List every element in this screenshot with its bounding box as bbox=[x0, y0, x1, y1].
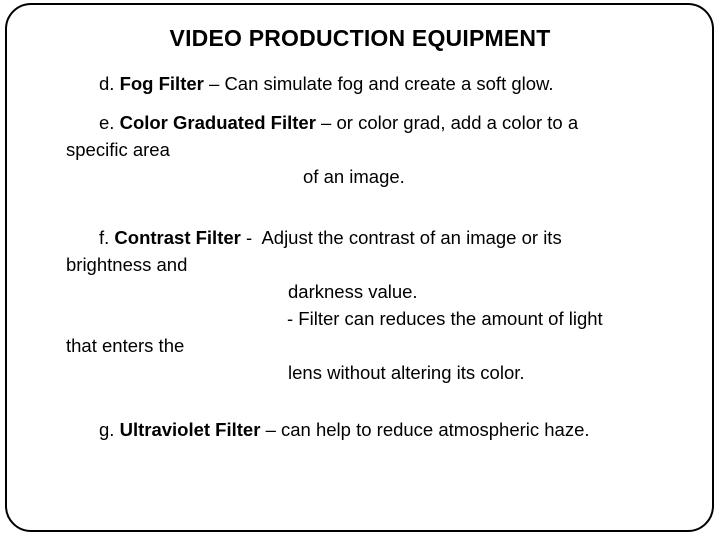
list-item-f-line3: darkness value. bbox=[66, 278, 694, 305]
list-item-f-dash: - bbox=[246, 227, 253, 248]
list-item-e-definition-line1: or color grad, add a color to a bbox=[336, 112, 579, 133]
list-item-f-definition-line5: that enters the bbox=[66, 335, 185, 356]
list-item-f-definition-line1: Adjust the contrast of an image or its bbox=[261, 227, 562, 248]
list-item-d-term: Fog Filter bbox=[119, 73, 204, 94]
list-item-f: f. Contrast Filter - Adjust the contrast… bbox=[66, 224, 694, 251]
list-item-g-letter: g. bbox=[99, 419, 115, 440]
list-item-g-definition: can help to reduce atmospheric haze. bbox=[281, 419, 590, 440]
list-item-e-term: Color Graduated Filter bbox=[119, 112, 316, 133]
spacer-after-e bbox=[66, 190, 694, 224]
list-item-g: g. Ultraviolet Filter – can help to redu… bbox=[66, 416, 694, 443]
list-item-d-letter: d. bbox=[99, 73, 115, 94]
list-item-f-definition-line6: lens without altering its color. bbox=[288, 362, 525, 383]
list-item-f-line4: - Filter can reduces the amount of light bbox=[66, 305, 694, 332]
list-item-f-term: Contrast Filter bbox=[114, 227, 241, 248]
spacer-after-f bbox=[66, 386, 694, 416]
list-item-g-term: Ultraviolet Filter bbox=[119, 419, 261, 440]
list-item-f-line6: lens without altering its color. bbox=[66, 359, 694, 386]
list-item-d-dash: – bbox=[209, 73, 220, 94]
slide-body: d. Fog Filter – Can simulate fog and cre… bbox=[66, 70, 694, 443]
list-item-d-definition: Can simulate fog and create a soft glow. bbox=[224, 73, 554, 94]
slide: VIDEO PRODUCTION EQUIPMENT d. Fog Filter… bbox=[0, 0, 720, 540]
spacer-after-d bbox=[66, 97, 694, 109]
list-item-e-dash: – bbox=[321, 112, 332, 133]
list-item-e-line3: of an image. bbox=[66, 163, 694, 190]
list-item-g-dash: – bbox=[265, 419, 276, 440]
list-item-e: e. Color Graduated Filter – or color gra… bbox=[66, 109, 694, 136]
list-item-f-definition-line4: - Filter can reduces the amount of light bbox=[287, 308, 603, 329]
page-title: VIDEO PRODUCTION EQUIPMENT bbox=[169, 25, 551, 51]
list-item-e-definition-line2: specific area bbox=[66, 139, 170, 160]
list-item-e-definition-line3: of an image. bbox=[303, 166, 405, 187]
list-item-f-definition-line2: brightness and bbox=[66, 254, 188, 275]
list-item-f-line2: brightness and bbox=[66, 251, 694, 278]
list-item-f-line5: that enters the bbox=[66, 332, 694, 359]
list-item-e-letter: e. bbox=[99, 112, 115, 133]
list-item-e-line2: specific area bbox=[66, 136, 694, 163]
list-item-f-letter: f. bbox=[99, 227, 110, 248]
list-item-d: d. Fog Filter – Can simulate fog and cre… bbox=[66, 70, 694, 97]
list-item-f-definition-line3: darkness value. bbox=[288, 281, 418, 302]
